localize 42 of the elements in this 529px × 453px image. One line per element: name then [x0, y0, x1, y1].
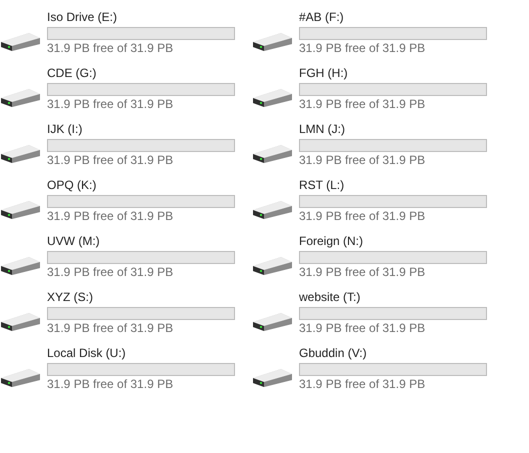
drive-name[interactable]: Gbuddin (V:) — [299, 345, 487, 361]
drive-name[interactable]: Foreign (N:) — [299, 233, 487, 249]
free-space: 31.9 PB free of 31.9 PB — [47, 40, 174, 57]
drive-name[interactable]: XYZ (S:) — [47, 289, 235, 305]
free-space: 31.9 PB free of 31.9 PB — [47, 320, 174, 337]
drive-name[interactable]: website (T:) — [299, 289, 487, 305]
free-space: 31.9 PB free of 31.9 PB — [299, 376, 426, 393]
drive-name[interactable]: FGH (H:) — [299, 65, 487, 81]
drive-icon — [252, 256, 293, 276]
drive-name[interactable]: IJK (I:) — [47, 121, 235, 137]
drive-icon — [0, 32, 41, 52]
free-space: 31.9 PB free of 31.9 PB — [47, 152, 174, 169]
drive-icon — [252, 312, 293, 332]
drive-name[interactable]: RST (L:) — [299, 177, 487, 193]
drive-icon — [0, 368, 41, 388]
drive-icon — [252, 200, 293, 220]
free-space: 31.9 PB free of 31.9 PB — [299, 40, 426, 57]
drive-name[interactable]: LMN (J:) — [299, 121, 487, 137]
free-space: 31.9 PB free of 31.9 PB — [299, 264, 426, 281]
drive-icon — [0, 88, 41, 108]
drive-name[interactable]: OPQ (K:) — [47, 177, 235, 193]
drive-name[interactable]: Local Disk (U:) — [47, 345, 235, 361]
free-space: 31.9 PB free of 31.9 PB — [299, 96, 426, 113]
free-space: 31.9 PB free of 31.9 PB — [299, 208, 426, 225]
free-space: 31.9 PB free of 31.9 PB — [47, 96, 174, 113]
drive-icon — [0, 200, 41, 220]
drive-name[interactable]: CDE (G:) — [47, 65, 235, 81]
drive-icon — [252, 144, 293, 164]
free-space: 31.9 PB free of 31.9 PB — [47, 208, 174, 225]
drive-icon — [252, 32, 293, 52]
free-space: 31.9 PB free of 31.9 PB — [299, 152, 426, 169]
drive-icon — [0, 256, 41, 276]
free-space: 31.9 PB free of 31.9 PB — [47, 376, 174, 393]
drive-icon — [252, 368, 293, 388]
drive-name[interactable]: Iso Drive (E:) — [47, 9, 235, 25]
drive-name[interactable]: #AB (F:) — [299, 9, 487, 25]
drive-icon — [252, 88, 293, 108]
free-space: 31.9 PB free of 31.9 PB — [299, 320, 426, 337]
free-space: 31.9 PB free of 31.9 PB — [47, 264, 174, 281]
drive-icon — [0, 312, 41, 332]
drive-icon — [0, 144, 41, 164]
drive-name[interactable]: UVW (M:) — [47, 233, 235, 249]
